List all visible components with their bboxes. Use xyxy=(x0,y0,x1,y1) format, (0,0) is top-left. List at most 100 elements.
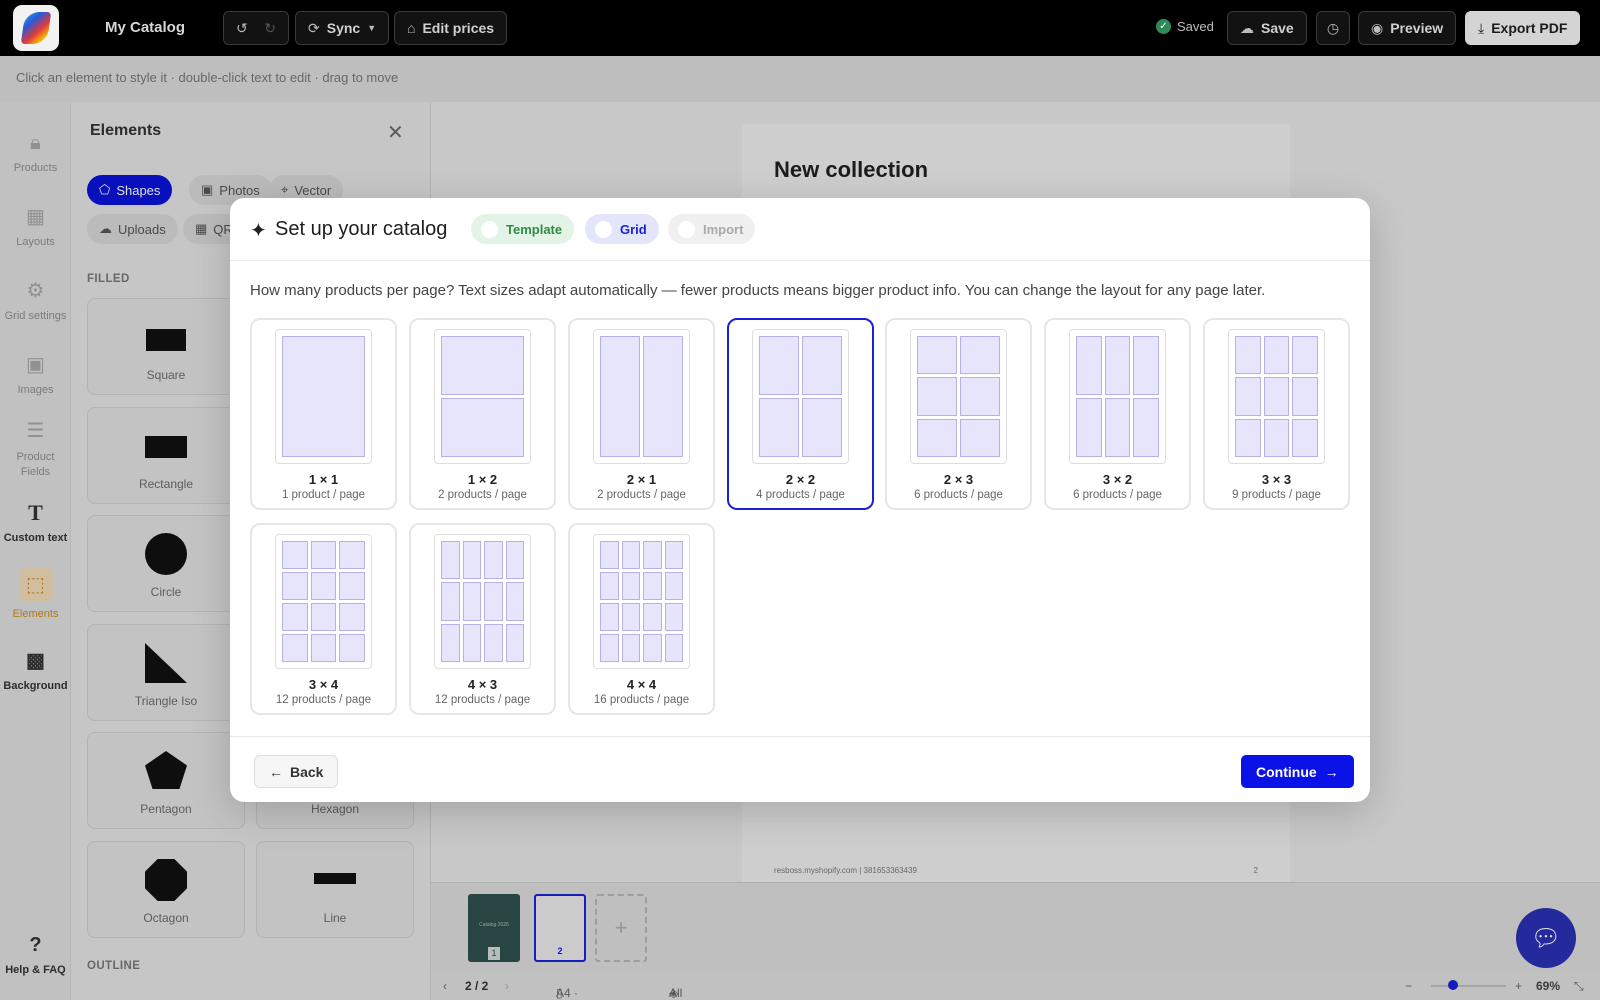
grid-cell xyxy=(484,582,503,621)
grid-option-label: 3 × 4 xyxy=(308,677,339,692)
step-import: Import xyxy=(668,214,756,244)
grid-option[interactable]: 4 × 3 12 products / page xyxy=(409,523,556,715)
setup-modal: ✦ Set up your catalog Template Grid Impo… xyxy=(230,198,1370,802)
grid-option-sub: 12 products / page xyxy=(275,694,372,706)
grid-cell xyxy=(1133,336,1159,395)
preview-button[interactable]: ◉ Preview xyxy=(1358,11,1457,45)
modal-footer: ← Back Continue → xyxy=(230,736,1370,802)
grid-preview xyxy=(275,534,372,669)
grid-option-label: 3 × 3 xyxy=(1261,472,1292,487)
grid-option[interactable]: 2 × 3 6 products / page xyxy=(885,318,1032,510)
grid-cell xyxy=(1104,336,1131,395)
redo-icon[interactable]: ↻ xyxy=(264,20,276,37)
sync-label: Sync xyxy=(326,20,361,36)
grid-cell xyxy=(600,634,619,662)
grid-option-label: 2 × 1 xyxy=(626,472,657,487)
grid-cell xyxy=(441,398,524,457)
grid-cell xyxy=(441,541,460,580)
step-template[interactable]: Template xyxy=(471,214,575,244)
grid-cell xyxy=(600,603,619,631)
grid-cell xyxy=(282,541,308,569)
grid-cell xyxy=(600,572,619,600)
grid-cell xyxy=(339,572,365,600)
export-pdf-button[interactable]: ⤓ Export PDF xyxy=(1465,11,1581,45)
continue-label: Continue xyxy=(1256,763,1317,780)
grid-preview xyxy=(1069,329,1166,464)
chevron-down-icon: ▼ xyxy=(367,23,377,33)
grid-cell xyxy=(505,582,524,621)
grid-option[interactable]: 2 × 2 4 products / page xyxy=(727,318,874,510)
document-title[interactable]: My Catalog xyxy=(105,19,185,36)
grid-cell xyxy=(339,603,365,631)
undo-redo-group: ↺ ↻ xyxy=(223,11,289,45)
modal-title: Set up your catalog xyxy=(275,218,448,240)
save-status: ✓ Saved xyxy=(1156,19,1214,34)
undo-icon[interactable]: ↺ xyxy=(236,20,248,37)
grid-preview xyxy=(275,329,372,464)
grid-cell xyxy=(759,336,799,395)
edit-prices-label: Edit prices xyxy=(422,20,495,36)
arrow-left-icon: ← xyxy=(269,763,283,780)
grid-cell xyxy=(643,634,662,662)
grid-cell xyxy=(505,541,524,580)
edit-prices-button[interactable]: ⌂ Edit prices xyxy=(394,11,508,45)
grid-preview xyxy=(1228,329,1325,464)
grid-cell xyxy=(1263,336,1290,375)
grid-cell xyxy=(339,634,365,662)
sync-button[interactable]: ⟳ Sync ▼ xyxy=(295,11,390,45)
grid-cell xyxy=(1292,418,1318,457)
grid-cell xyxy=(282,336,365,457)
back-button[interactable]: ← Back xyxy=(254,755,339,788)
grid-cell xyxy=(917,336,957,375)
grid-cell xyxy=(1235,377,1261,416)
grid-cell xyxy=(1263,377,1290,416)
grid-option[interactable]: 2 × 1 2 products / page xyxy=(568,318,715,510)
save-button[interactable]: ☁ Save xyxy=(1227,11,1307,45)
step-dot xyxy=(481,220,498,238)
saved-label: Saved xyxy=(1177,19,1214,34)
grid-cell xyxy=(310,572,337,600)
save-label: Save xyxy=(1261,20,1294,36)
grid-option[interactable]: 1 × 2 2 products / page xyxy=(409,318,556,510)
grid-option-sub: 6 products / page xyxy=(1073,489,1162,501)
app-logo[interactable] xyxy=(13,5,59,51)
grid-cell xyxy=(462,582,481,621)
grid-cell xyxy=(917,377,957,416)
grid-option[interactable]: 3 × 2 6 products / page xyxy=(1044,318,1191,510)
grid-preview xyxy=(593,329,690,464)
grid-option-sub: 2 products / page xyxy=(438,489,527,501)
grid-cell xyxy=(484,623,503,662)
grid-cell xyxy=(282,572,308,600)
tag-icon: ⌂ xyxy=(407,20,416,36)
preview-label: Preview xyxy=(1390,20,1444,36)
grid-cell xyxy=(664,541,683,569)
grid-preview xyxy=(434,534,531,669)
grid-cell xyxy=(600,541,619,569)
grid-preview xyxy=(910,329,1007,464)
grid-cell xyxy=(621,541,640,569)
grid-preview xyxy=(752,329,849,464)
modal-header: ✦ Set up your catalog Template Grid Impo… xyxy=(230,198,1370,261)
grid-option[interactable]: 1 × 1 1 product / page xyxy=(250,318,397,510)
grid-cell xyxy=(441,623,460,662)
grid-cell xyxy=(664,572,683,600)
grid-option[interactable]: 4 × 4 16 products / page xyxy=(568,523,715,715)
grid-option-sub: 1 product / page xyxy=(281,489,366,501)
grid-cell xyxy=(1292,336,1318,375)
grid-option-label: 1 × 1 xyxy=(308,472,339,487)
grid-cell xyxy=(462,623,481,662)
grid-cell xyxy=(1104,398,1131,457)
grid-option[interactable]: 3 × 3 9 products / page xyxy=(1203,318,1350,510)
grid-option-label: 1 × 2 xyxy=(467,472,498,487)
history-button[interactable]: ◷ xyxy=(1316,11,1350,45)
grid-preview xyxy=(434,329,531,464)
logo-mark xyxy=(20,12,52,44)
step-grid[interactable]: Grid xyxy=(585,214,659,244)
grid-cell xyxy=(621,634,640,662)
cloud-upload-icon: ☁ xyxy=(1240,19,1254,36)
grid-cell xyxy=(1292,377,1318,416)
export-label: Export PDF xyxy=(1491,20,1568,36)
continue-button[interactable]: Continue → xyxy=(1241,755,1354,788)
grid-option[interactable]: 3 × 4 12 products / page xyxy=(250,523,397,715)
grid-option-sub: 16 products / page xyxy=(593,694,690,706)
